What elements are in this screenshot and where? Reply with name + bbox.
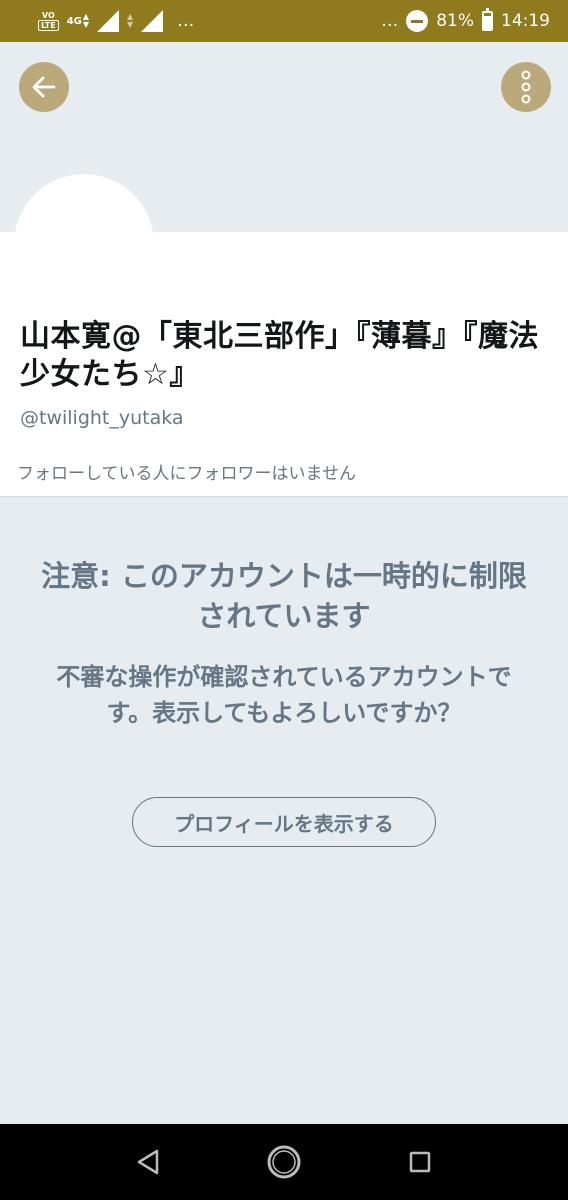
status-bar: VO LTE 4G ▲ ▼ ▲ ▼ … … 81% 14:19: [0, 0, 568, 42]
warning-message: 不審な操作が確認されているアカウントです。表示してもよろしいですか？: [56, 663, 512, 727]
screen: VO LTE 4G ▲ ▼ ▲ ▼ … … 81% 14:19 山本寛@「東北三…: [0, 0, 568, 1200]
arrow-left-icon: [32, 76, 56, 98]
overflow-right: …: [381, 11, 399, 31]
display-name: 山本寛@「東北三部作」『薄暮』『魔法少女たち☆』: [20, 319, 539, 392]
battery-percent: 81%: [436, 11, 474, 31]
more-options-button[interactable]: [501, 62, 551, 112]
triangle-back-icon: [137, 1149, 159, 1175]
clock: 14:19: [501, 11, 550, 31]
network-type-icon: 4G ▲ ▼: [67, 13, 89, 29]
status-left: VO LTE 4G ▲ ▼ ▲ ▼ …: [38, 10, 194, 32]
overflow-left: …: [177, 11, 195, 31]
volte-top: VO: [41, 11, 55, 20]
warning-title: 注意: このアカウントは一時的に制限されています: [41, 559, 527, 633]
back-button[interactable]: [19, 62, 69, 112]
status-right: … 81% 14:19: [381, 8, 550, 32]
user-handle: @twilight_yutaka: [20, 407, 184, 429]
followers-you-know-note: フォローしている人にフォロワーはいません: [17, 464, 356, 484]
nav-home-button[interactable]: [264, 1142, 304, 1182]
nav-recents-button[interactable]: [400, 1142, 440, 1182]
more-vertical-icon: [521, 70, 531, 104]
signal-icon-2: [141, 10, 164, 32]
data-arrows-icon: ▲ ▼: [82, 12, 90, 29]
avatar[interactable]: [14, 174, 154, 314]
system-nav-bar: [0, 1124, 568, 1200]
signal-icon: [97, 10, 120, 32]
data-arrows-icon-2: ▲ ▼: [127, 12, 134, 29]
view-profile-button[interactable]: プロフィールを表示する: [132, 797, 436, 847]
network-type-label: 4G: [66, 15, 82, 27]
circle-home-icon: [267, 1145, 301, 1179]
square-recents-icon: [409, 1151, 431, 1173]
battery-icon: [482, 8, 493, 31]
do-not-disturb-icon: [406, 10, 429, 32]
volte-icon: VO LTE: [38, 11, 59, 31]
nav-back-button[interactable]: [128, 1142, 168, 1182]
volte-bottom: LTE: [38, 20, 59, 31]
